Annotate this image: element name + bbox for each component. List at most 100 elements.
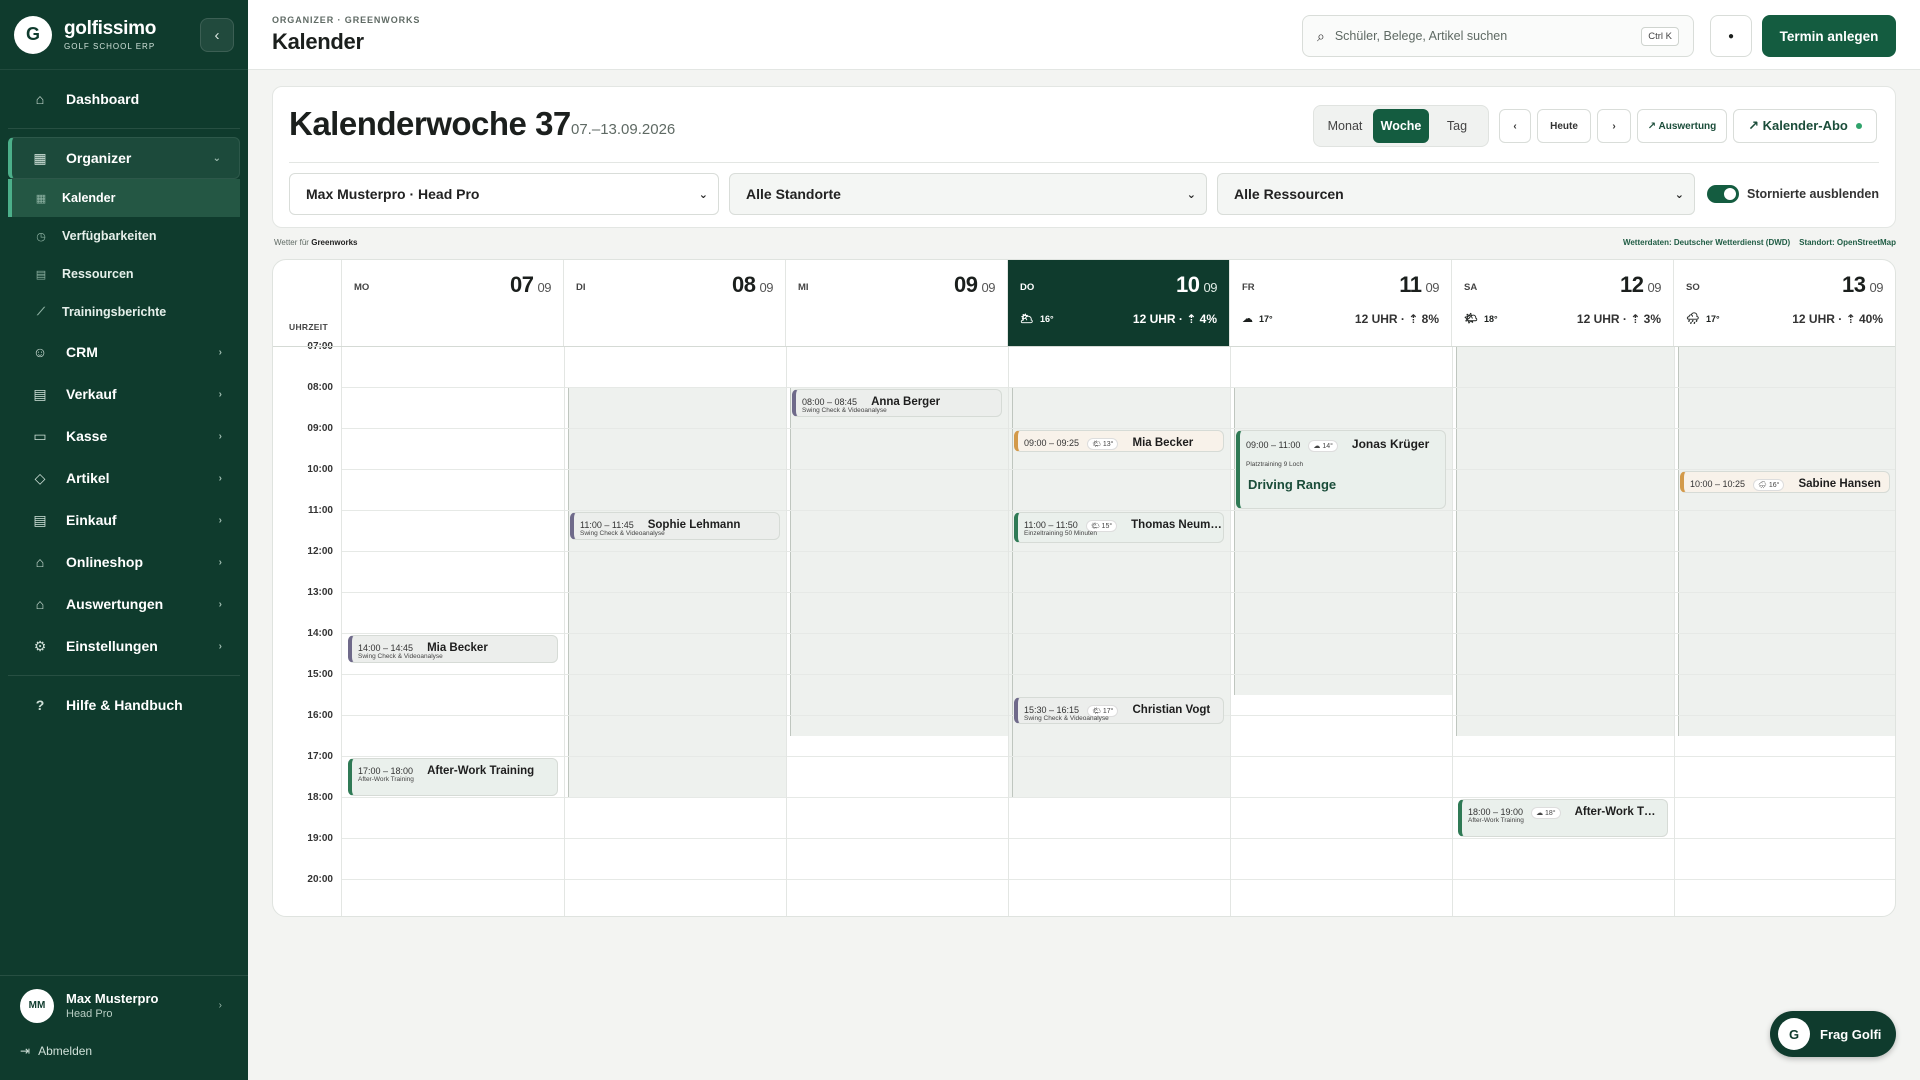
calendar-subscription-button[interactable]: ↗ Kalender-Abo	[1733, 109, 1877, 143]
next-week-button[interactable]: ›	[1597, 109, 1631, 143]
day-header-sa[interactable]: SA 12 09 🌤 18° 12 UHR · ⇡ 3%	[1452, 260, 1674, 346]
logout-icon: ⇥	[20, 1044, 31, 1058]
event-title: Thomas Neum…	[1131, 519, 1222, 531]
status-button[interactable]: ●	[1710, 15, 1752, 57]
calendar-event[interactable]: 15:30 – 16:15 🌤 17° Christian Vogt Swing Ch…	[1014, 696, 1224, 725]
chevron-right-icon: ›	[218, 1000, 222, 1011]
home-icon: ⌂	[35, 91, 45, 107]
search-box[interactable]: ⌕ Ctrl K	[1302, 15, 1694, 57]
toggle-switch[interactable]	[1707, 185, 1739, 203]
day-name: MO	[354, 282, 370, 293]
calendar-event[interactable]: 18:00 – 19:00 ☁ 18° After-Work T… After-Wor…	[1458, 799, 1668, 837]
nav-einstellungen[interactable]: ⚙ Einstellungen ›	[8, 625, 240, 667]
nav-help[interactable]: ? Hilfe & Handbuch	[8, 684, 240, 726]
day-header-fr[interactable]: FR 11 09 ☁ 17° 12 UHR · ⇡ 8%	[1230, 260, 1452, 346]
assistant-button[interactable]: G Frag Golfi	[1770, 1011, 1896, 1057]
calendar-event[interactable]: 17:00 – 18:00 After-Work Training After-Wo…	[348, 758, 558, 796]
location-select[interactable]: Alle Standorte ⌄	[729, 173, 1207, 215]
view-month-button[interactable]: Monat	[1317, 109, 1373, 143]
hour-line	[342, 428, 1895, 429]
hide-cancelled-toggle[interactable]: Stornierte ausblenden	[1707, 185, 1879, 203]
hour-line	[342, 633, 1895, 634]
nav-auswertungen[interactable]: ⌂ Auswertungen ›	[8, 583, 240, 625]
noon-forecast: 12 UHR · ⇡ 40%	[1792, 312, 1883, 326]
view-day-button[interactable]: Tag	[1429, 109, 1485, 143]
nav-kasse[interactable]: ▭ Kasse ›	[8, 415, 240, 457]
day-header-so[interactable]: SO 13 09 🌧 17° 12 UHR · ⇡ 40%	[1674, 260, 1895, 346]
calendar-event[interactable]: 14:00 – 14:45 Mia Becker Swing Check & Vid…	[348, 635, 558, 663]
day-header-do[interactable]: DO 10 09 🌥 16° 12 UHR · ⇡ 4%	[1008, 260, 1230, 346]
availability-edge	[790, 387, 791, 736]
create-appointment-button[interactable]: Termin anlegen	[1762, 15, 1896, 57]
search-input[interactable]	[1334, 29, 1642, 43]
event-title: Christian Vogt	[1132, 703, 1211, 716]
nav-artikel[interactable]: ◇ Artikel ›	[8, 457, 240, 499]
nav-label: Kasse	[66, 428, 108, 444]
user-menu[interactable]: MM Max Musterpro Head Pro ›	[0, 975, 248, 1035]
hour-label: 20:00	[307, 874, 333, 885]
calendar-event[interactable]: 09:00 – 11:00 ☁ 14° Jonas Krüger Platztrain…	[1236, 430, 1446, 509]
calendar-event[interactable]: 09:00 – 09:25 🌤 13° Mia Becker	[1014, 430, 1224, 452]
user-role: Head Pro	[66, 1008, 113, 1020]
weather-prefix: Wetter für	[274, 238, 309, 247]
calendar-event[interactable]: 10:00 – 10:25 🌧 16° Sabine Hansen	[1680, 471, 1890, 493]
collapse-sidebar-button[interactable]: ‹	[200, 18, 234, 52]
day-header-di[interactable]: DI 08 09	[564, 260, 786, 346]
calendar-grid[interactable]: 14:00 – 14:45 Mia Becker Swing Check & Vid…	[342, 346, 1895, 916]
nav-label: Organizer	[66, 150, 132, 166]
event-time: 09:00 – 09:25 🌤 13° Mia Becker	[1024, 437, 1194, 450]
hour-label: 19:00	[307, 833, 333, 844]
nav-label: Onlineshop	[66, 554, 143, 570]
availability-block	[1456, 346, 1674, 736]
chevron-right-icon: ›	[218, 388, 222, 400]
today-button[interactable]: Heute	[1537, 109, 1591, 143]
day-name: MI	[798, 282, 809, 293]
resource-select[interactable]: Alle Ressourcen ⌄	[1217, 173, 1695, 215]
nav-organizer[interactable]: ▦ Organizer ⌄	[8, 137, 240, 179]
hour-label: 15:00	[307, 669, 333, 680]
event-subtitle: Swing Check & Videoanalyse	[358, 653, 443, 660]
logout-label: Abmelden	[38, 1044, 93, 1058]
calendar-toolbar: Kalenderwoche 37 07.–13.09.2026 Monat Wo…	[272, 86, 1896, 228]
nav-label: Artikel	[66, 470, 110, 486]
availability-block	[1678, 346, 1895, 736]
report-button[interactable]: ↗ Auswertung	[1637, 109, 1727, 143]
nav-verfuegbarkeiten[interactable]: ◷ Verfügbarkeiten	[8, 217, 240, 255]
day-header-mi[interactable]: MI 09 09	[786, 260, 1008, 346]
day-header-mo[interactable]: MO 07 09	[342, 260, 564, 346]
calendar-event[interactable]: 11:00 – 11:45 Sophie Lehmann Swing Check &…	[570, 512, 780, 540]
calendar-event[interactable]: 11:00 – 11:50 🌤 15° Thomas Neum… Einzeltrai…	[1014, 512, 1224, 544]
nav-label: Dashboard	[66, 91, 140, 107]
nav-label: Einstellungen	[66, 638, 158, 654]
event-subtitle: After-Work Training	[358, 776, 414, 783]
nav-ressourcen[interactable]: ▤ Ressourcen	[8, 255, 240, 293]
cash-register-icon: ▭	[33, 427, 47, 444]
hour-label: 08:00	[307, 382, 333, 393]
calendar-event[interactable]: 08:00 – 08:45 Anna Berger Swing Check & Vi…	[792, 389, 1002, 417]
nav-verkauf[interactable]: ▤ Verkauf ›	[8, 373, 240, 415]
gear-icon: ⚙	[33, 637, 47, 654]
hour-line	[342, 838, 1895, 839]
week-range: 07.–13.09.2026	[571, 121, 676, 138]
nav-trainingsberichte[interactable]: ⟋ Trainingsberichte	[8, 293, 240, 331]
nav-label: Verfügbarkeiten	[62, 229, 157, 243]
nav-label: Kalender	[62, 191, 116, 205]
users-icon: ☺	[32, 344, 48, 360]
view-week-button[interactable]: Woche	[1373, 109, 1429, 143]
nav-kalender[interactable]: ▦ Kalender	[8, 179, 240, 217]
help-icon: ?	[35, 697, 45, 713]
nav-dashboard[interactable]: ⌂ Dashboard	[8, 78, 240, 120]
day-name: SA	[1464, 282, 1478, 293]
pro-select[interactable]: Max Musterpro · Head Pro ⌄	[289, 173, 719, 215]
hour-label: 16:00	[307, 710, 333, 721]
nav-crm[interactable]: ☺ CRM ›	[8, 331, 240, 373]
status-dot	[1855, 123, 1862, 129]
day-number: 09 09	[954, 272, 995, 297]
prev-week-button[interactable]: ‹	[1499, 109, 1531, 143]
logout-link[interactable]: ⇥ Abmelden	[20, 1044, 92, 1058]
nav-einkauf[interactable]: ▤ Einkauf ›	[8, 499, 240, 541]
nav-onlineshop[interactable]: ⌂ Onlineshop ›	[8, 541, 240, 583]
day-name: DO	[1020, 282, 1035, 293]
weather-icon: ☁	[1242, 313, 1253, 325]
day-weather: 🌤 18°	[1464, 313, 1498, 325]
